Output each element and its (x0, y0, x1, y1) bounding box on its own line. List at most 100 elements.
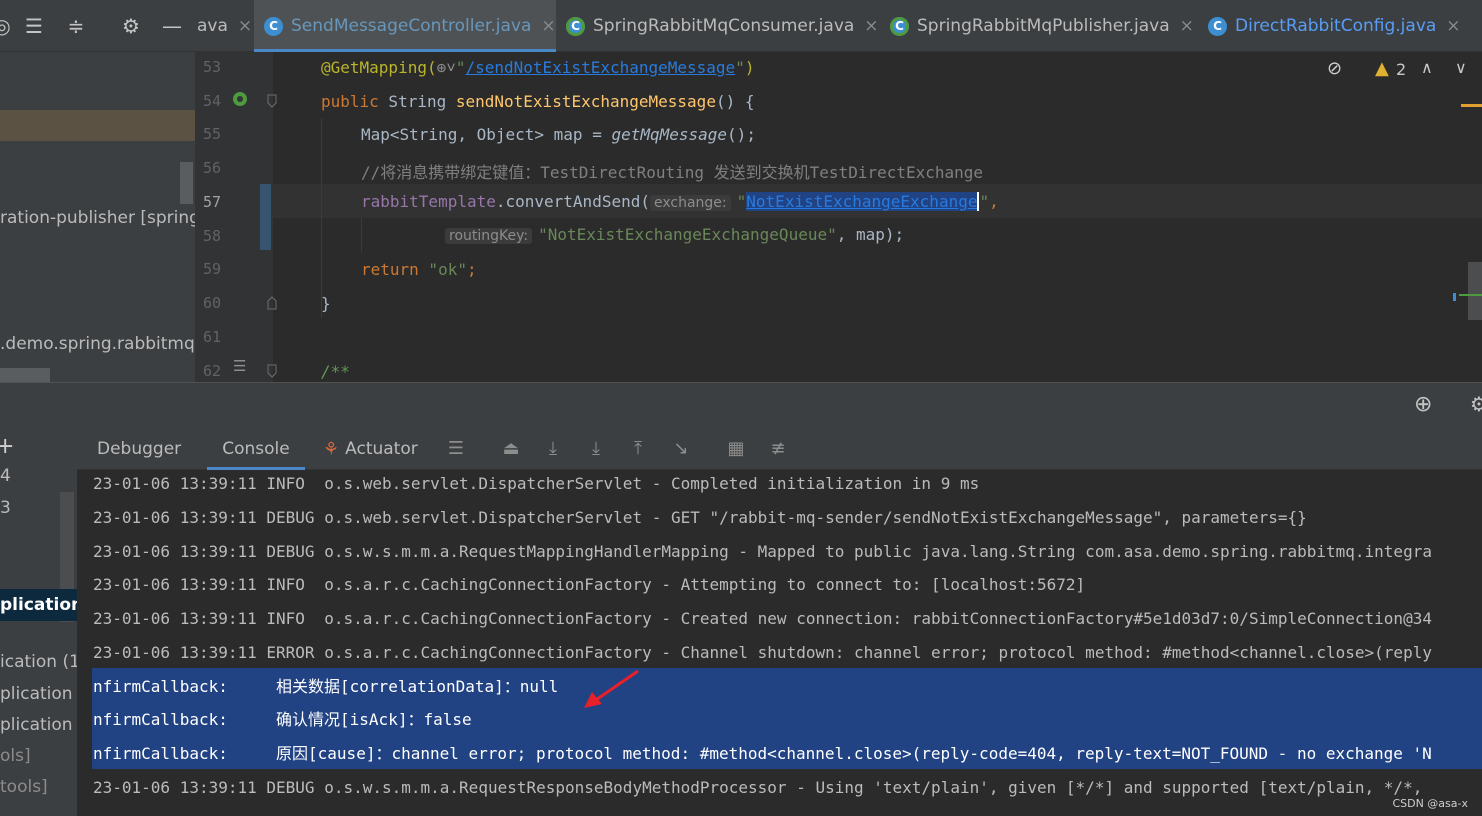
watermark: CSDN @asa-x (1392, 797, 1468, 810)
class-icon: C (1208, 16, 1227, 36)
line-number: 60 (203, 294, 222, 312)
log-line: 23-01-06 13:39:11 ERROR o.s.a.r.c.Cachin… (93, 643, 1432, 662)
step-over-icon[interactable]: ⤓ (542, 438, 564, 460)
indent-guide (321, 118, 322, 318)
session-item[interactable]: ols] (0, 746, 31, 766)
spring-endpoint-icon[interactable] (231, 90, 249, 108)
line-number: 58 (203, 227, 222, 245)
next-highlight-icon[interactable]: ∨ (1455, 58, 1467, 77)
line-number: 57 (203, 193, 222, 211)
fold-icon[interactable] (267, 364, 277, 378)
code-line-53: @GetMapping(⊕˅"/sendNotExistExchangeMess… (321, 58, 755, 77)
warning-stripe[interactable] (1461, 104, 1482, 107)
collapse-all-icon[interactable]: ≑ (64, 14, 88, 38)
run-to-cursor-icon[interactable]: ↘ (670, 438, 692, 460)
indent-guide (361, 218, 362, 252)
debug-sessions-panel: + 4 3 plication ication (1 plication [ p… (0, 428, 77, 816)
tab-label: SpringRabbitMqConsumer.java (593, 16, 855, 36)
code-editor[interactable]: 53 54 55 56 57 58 59 60 61 62 ☰ @GetMapp… (195, 52, 1482, 382)
editor-tab-bar: ◎ ☰ ≑ ⚙ — ava × C SendMessageController.… (0, 0, 1482, 52)
parameter-hint: exchange: (649, 195, 731, 211)
tab-publisher[interactable]: C SpringRabbitMqPublisher.java × (890, 0, 1196, 52)
tab-label: SpringRabbitMqPublisher.java (917, 16, 1170, 36)
class-icon: C (264, 16, 283, 36)
code-line-58: routingKey: "NotExistExchangeExchangeQueu… (445, 225, 904, 244)
line-number: 62 (203, 362, 222, 380)
tab-debugger[interactable]: Debugger (97, 428, 181, 470)
log-line: nfirmCallback: 确认情况[isAck]：false (93, 710, 472, 729)
close-icon[interactable]: × (864, 16, 878, 36)
gear-icon[interactable]: ⚙ (1470, 392, 1482, 416)
gear-icon[interactable]: ⚙ (119, 14, 143, 38)
step-out-icon[interactable]: ⤒ (627, 438, 649, 460)
code-line-54: public String sendNotExistExchangeMessag… (321, 92, 755, 111)
line-number: 59 (203, 260, 222, 278)
vcs-modified-marker[interactable] (260, 184, 271, 250)
step-into-icon[interactable]: ⤓ (585, 438, 607, 460)
tab-label: Actuator (345, 439, 418, 459)
expand-all-icon[interactable]: ☰ (22, 14, 46, 38)
tab-actuator[interactable]: ⚘ Actuator (323, 428, 418, 470)
hide-hints-icon[interactable]: ⊘ (1327, 58, 1342, 79)
tab-direct-rabbit-config[interactable]: C DirectRabbitConfig.java × (1206, 0, 1482, 52)
tab-consumer[interactable]: C SpringRabbitMqConsumer.java × (566, 0, 882, 52)
log-line: 23-01-06 13:39:11 INFO o.s.a.r.c.Caching… (93, 575, 1086, 594)
annotation-arrow (584, 669, 639, 708)
project-panel: ration-publisher [spring .demo.spring.ra… (0, 52, 195, 382)
spring-class-icon: C (566, 16, 585, 36)
globe-icon[interactable]: ⊕˅ (437, 58, 456, 77)
close-icon[interactable]: × (541, 16, 555, 36)
code-line-56: //将消息携带绑定键值：TestDirectRouting 发送到交换机Test… (361, 163, 984, 182)
tab-label: SendMessageController.java (291, 16, 532, 36)
fold-icon[interactable] (267, 94, 277, 108)
tab-console[interactable]: Console (207, 428, 305, 470)
console-output[interactable]: 23-01-06 13:39:11 INFO o.s.web.servlet.D… (77, 470, 1482, 816)
tab-label: ava (197, 16, 228, 36)
line-number: 53 (203, 58, 222, 76)
selected-session[interactable]: plication (0, 589, 77, 621)
line-number: 56 (203, 159, 222, 177)
menu-icon[interactable]: ☰ (445, 438, 467, 460)
selected-tree-row[interactable] (0, 110, 195, 141)
tab-send-message-controller[interactable]: C SendMessageController.java × (254, 0, 556, 52)
tab-partial[interactable]: ava × (195, 0, 252, 52)
frame-item[interactable]: 4 (0, 466, 11, 486)
evaluate-expression-icon[interactable]: ▦ (725, 438, 747, 460)
scrollbar-thumb[interactable] (180, 162, 193, 204)
editor-scrollbar-thumb[interactable] (1468, 262, 1482, 320)
frame-item[interactable]: 3 (0, 498, 11, 518)
tree-item-module[interactable]: ration-publisher [spring (0, 208, 195, 228)
tree-item-package[interactable]: .demo.spring.rabbitmq.i (0, 334, 195, 354)
crosshair-icon[interactable]: ⊕ (1414, 392, 1432, 417)
target-icon[interactable]: ◎ (0, 14, 14, 38)
log-line: 23-01-06 13:39:11 DEBUG o.s.w.s.m.m.a.Re… (93, 778, 1423, 797)
session-item[interactable]: plication (0, 715, 73, 735)
close-icon[interactable]: × (1180, 16, 1194, 36)
horizontal-scrollbar[interactable] (0, 368, 50, 382)
line-number: 55 (203, 125, 222, 143)
close-icon[interactable]: × (1446, 16, 1460, 36)
change-marker (1459, 294, 1482, 296)
session-item[interactable]: plication [ (0, 684, 77, 704)
close-icon[interactable]: × (238, 16, 252, 36)
warning-icon[interactable]: ▲ (1375, 58, 1389, 79)
add-icon[interactable]: + (0, 434, 14, 459)
log-line: 23-01-06 13:39:11 INFO o.s.a.r.c.Caching… (93, 609, 1432, 628)
change-marker (1453, 293, 1456, 301)
tree-item-label: .demo.spring.rabbitmq.i (0, 334, 195, 354)
fold-end-icon[interactable] (267, 296, 277, 310)
log-line: nfirmCallback: 原因[cause]：channel error; … (93, 744, 1432, 763)
doc-render-icon[interactable]: ☰ (233, 357, 246, 375)
tab-label: DirectRabbitConfig.java (1235, 16, 1437, 36)
session-item[interactable]: tools] (0, 777, 48, 797)
warning-count: 2 (1396, 60, 1407, 79)
log-line: 23-01-06 13:39:11 INFO o.s.web.servlet.D… (93, 474, 980, 493)
parameter-hint: routingKey: (445, 228, 533, 244)
previous-highlight-icon[interactable]: ∧ (1421, 58, 1433, 77)
session-item[interactable]: ication (1 (0, 652, 77, 672)
trace-stream-icon[interactable]: ≢ (767, 438, 789, 460)
log-line: 23-01-06 13:39:11 DEBUG o.s.w.s.m.m.a.Re… (93, 542, 1432, 561)
minimize-icon[interactable]: — (160, 14, 184, 38)
line-number: 61 (203, 328, 222, 346)
show-execution-point-icon[interactable]: ⏏ (500, 438, 522, 460)
